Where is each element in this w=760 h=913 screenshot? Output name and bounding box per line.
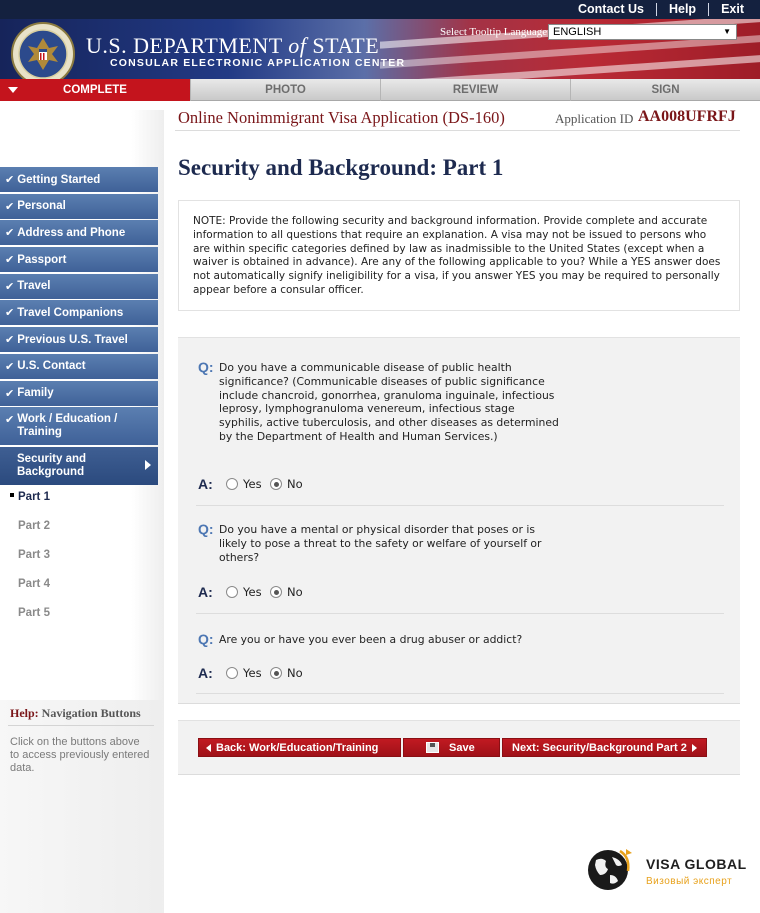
caret-right-icon (145, 459, 151, 470)
tab-sign[interactable]: SIGN (571, 79, 760, 101)
progress-tabs: COMPLETE PHOTO REVIEW SIGN (0, 79, 760, 101)
arrow-right-icon (691, 743, 697, 752)
q1-yes-radio[interactable] (226, 478, 238, 490)
q2-no-label: No (287, 585, 303, 599)
watermark-name: VISA GLOBAL (646, 856, 747, 872)
question-text: Do you have a communicable disease of pu… (219, 361, 559, 443)
q3-yes-label: Yes (243, 666, 262, 680)
q1-no-label: No (287, 477, 303, 491)
exit-link[interactable]: Exit (721, 2, 744, 16)
checkmark-icon: ✔ (5, 360, 15, 373)
divider (8, 725, 154, 726)
subnav-part-3[interactable]: Part 3 (0, 549, 158, 578)
page-title: Security and Background: Part 1 (178, 155, 504, 180)
header-banner: U.S. DEPARTMENT of STATE CONSULAR ELECTR… (0, 19, 760, 79)
tooltip-language-label: Select Tooltip Language (440, 26, 548, 38)
brand-subtitle: CONSULAR ELECTRONIC APPLICATION CENTER (110, 57, 406, 69)
subnav-part-4[interactable]: Part 4 (0, 578, 158, 607)
subnav-part-1[interactable]: Part 1 (0, 491, 158, 520)
question-label: Q: (198, 359, 214, 375)
sidebar-item-us-contact[interactable]: ✔ U.S. Contact (0, 353, 158, 379)
divider (196, 613, 724, 614)
brand-title: U.S. DEPARTMENT of STATE (86, 33, 380, 58)
divider (175, 130, 740, 131)
checkmark-icon: ✔ (5, 414, 15, 427)
q3-yes-radio[interactable] (226, 667, 238, 679)
save-disk-icon (426, 742, 439, 753)
application-id: AA008UFRFJ (638, 108, 736, 125)
divider (708, 2, 710, 16)
answer-label: A: (198, 584, 213, 600)
q2-no-radio[interactable] (270, 586, 282, 598)
subnav-part-2[interactable]: Part 2 (0, 520, 158, 549)
checkmark-icon: ✔ (5, 200, 15, 213)
application-name: Online Nonimmigrant Visa Application (DS… (178, 108, 505, 127)
question-text: Are you or have you ever been a drug abu… (219, 633, 523, 646)
sidebar-item-passport[interactable]: ✔ Passport (0, 247, 158, 273)
security-note: NOTE: Provide the following security and… (178, 200, 740, 311)
sidebar-item-work-education[interactable]: ✔ Work / Education / Training (0, 407, 158, 446)
top-bar: Contact Us Help Exit (0, 0, 760, 19)
answer-label: A: (198, 665, 213, 681)
sidebar-item-previous-us-travel[interactable]: ✔ Previous U.S. Travel (0, 327, 158, 353)
top-links: Contact Us Help Exit (578, 2, 744, 16)
checkmark-icon: ✔ (5, 254, 15, 267)
tab-photo[interactable]: PHOTO (191, 79, 381, 101)
bullet-icon (10, 492, 14, 497)
question-text: Do you have a mental or physical disorde… (219, 523, 542, 564)
sidebar-nav: ✔ Getting Started ✔ Personal ✔ Address and … (0, 167, 158, 636)
department-seal-icon (11, 22, 75, 79)
divider (655, 2, 657, 16)
help-panel: Help: Navigation Buttons Click on the bu… (0, 700, 162, 913)
chevron-down-icon: ▼ (723, 27, 731, 36)
contact-us-link[interactable]: Contact Us (578, 2, 644, 16)
q3-no-radio[interactable] (270, 667, 282, 679)
sidebar-item-getting-started[interactable]: ✔ Getting Started (0, 167, 158, 192)
checkmark-icon: ✔ (5, 174, 15, 186)
sidebar-item-family[interactable]: ✔ Family (0, 380, 158, 406)
sidebar-item-personal[interactable]: ✔ Personal (0, 193, 158, 219)
checkmark-icon: ✔ (5, 280, 15, 293)
checkmark-icon: ✔ (5, 227, 15, 240)
sidebar-item-travel-companions[interactable]: ✔ Travel Companions (0, 300, 158, 326)
watermark-tagline: Визовый эксперт (646, 876, 733, 887)
questions-panel: Q: Do you have a communicable disease of… (178, 337, 740, 704)
tab-complete[interactable]: COMPLETE (0, 79, 191, 101)
q1-yes-label: Yes (243, 477, 262, 491)
q2-yes-label: Yes (243, 585, 262, 599)
tooltip-language-select[interactable]: ENGLISH ▼ (548, 24, 737, 40)
triangle-down-icon (8, 87, 18, 93)
sidebar-item-security-background[interactable]: Security and Background (0, 446, 158, 485)
tab-review[interactable]: REVIEW (381, 79, 571, 101)
save-button[interactable]: Save (403, 738, 500, 757)
visa-global-globe-logo (588, 849, 632, 890)
help-link[interactable]: Help (669, 2, 696, 16)
q3-no-label: No (287, 666, 303, 680)
help-title: Help: Navigation Buttons (10, 706, 141, 720)
divider (196, 693, 724, 694)
subnav-part-5[interactable]: Part 5 (0, 607, 158, 636)
checkmark-icon: ✔ (5, 387, 15, 400)
navigation-buttons-bar: Back: Work/Education/Training Save Next:… (178, 720, 740, 775)
sidebar-item-travel[interactable]: ✔ Travel (0, 273, 158, 299)
checkmark-icon: ✔ (5, 307, 15, 320)
q1-no-radio[interactable] (270, 478, 282, 490)
answer-label: A: (198, 476, 213, 492)
application-id-label: Application ID (555, 111, 634, 126)
sidebar-subnav: Part 1 Part 2 Part 3 Part 4 Part 5 (0, 491, 158, 636)
sidebar-item-address-phone[interactable]: ✔ Address and Phone (0, 220, 158, 246)
q2-yes-radio[interactable] (226, 586, 238, 598)
arrow-left-icon (206, 743, 211, 752)
question-label: Q: (198, 521, 214, 537)
question-label: Q: (198, 631, 214, 647)
checkmark-icon: ✔ (5, 334, 15, 347)
back-button[interactable]: Back: Work/Education/Training (198, 738, 401, 757)
divider (196, 505, 724, 506)
next-button[interactable]: Next: Security/Background Part 2 (502, 738, 707, 757)
help-text: Click on the buttons above to access pre… (10, 736, 150, 774)
